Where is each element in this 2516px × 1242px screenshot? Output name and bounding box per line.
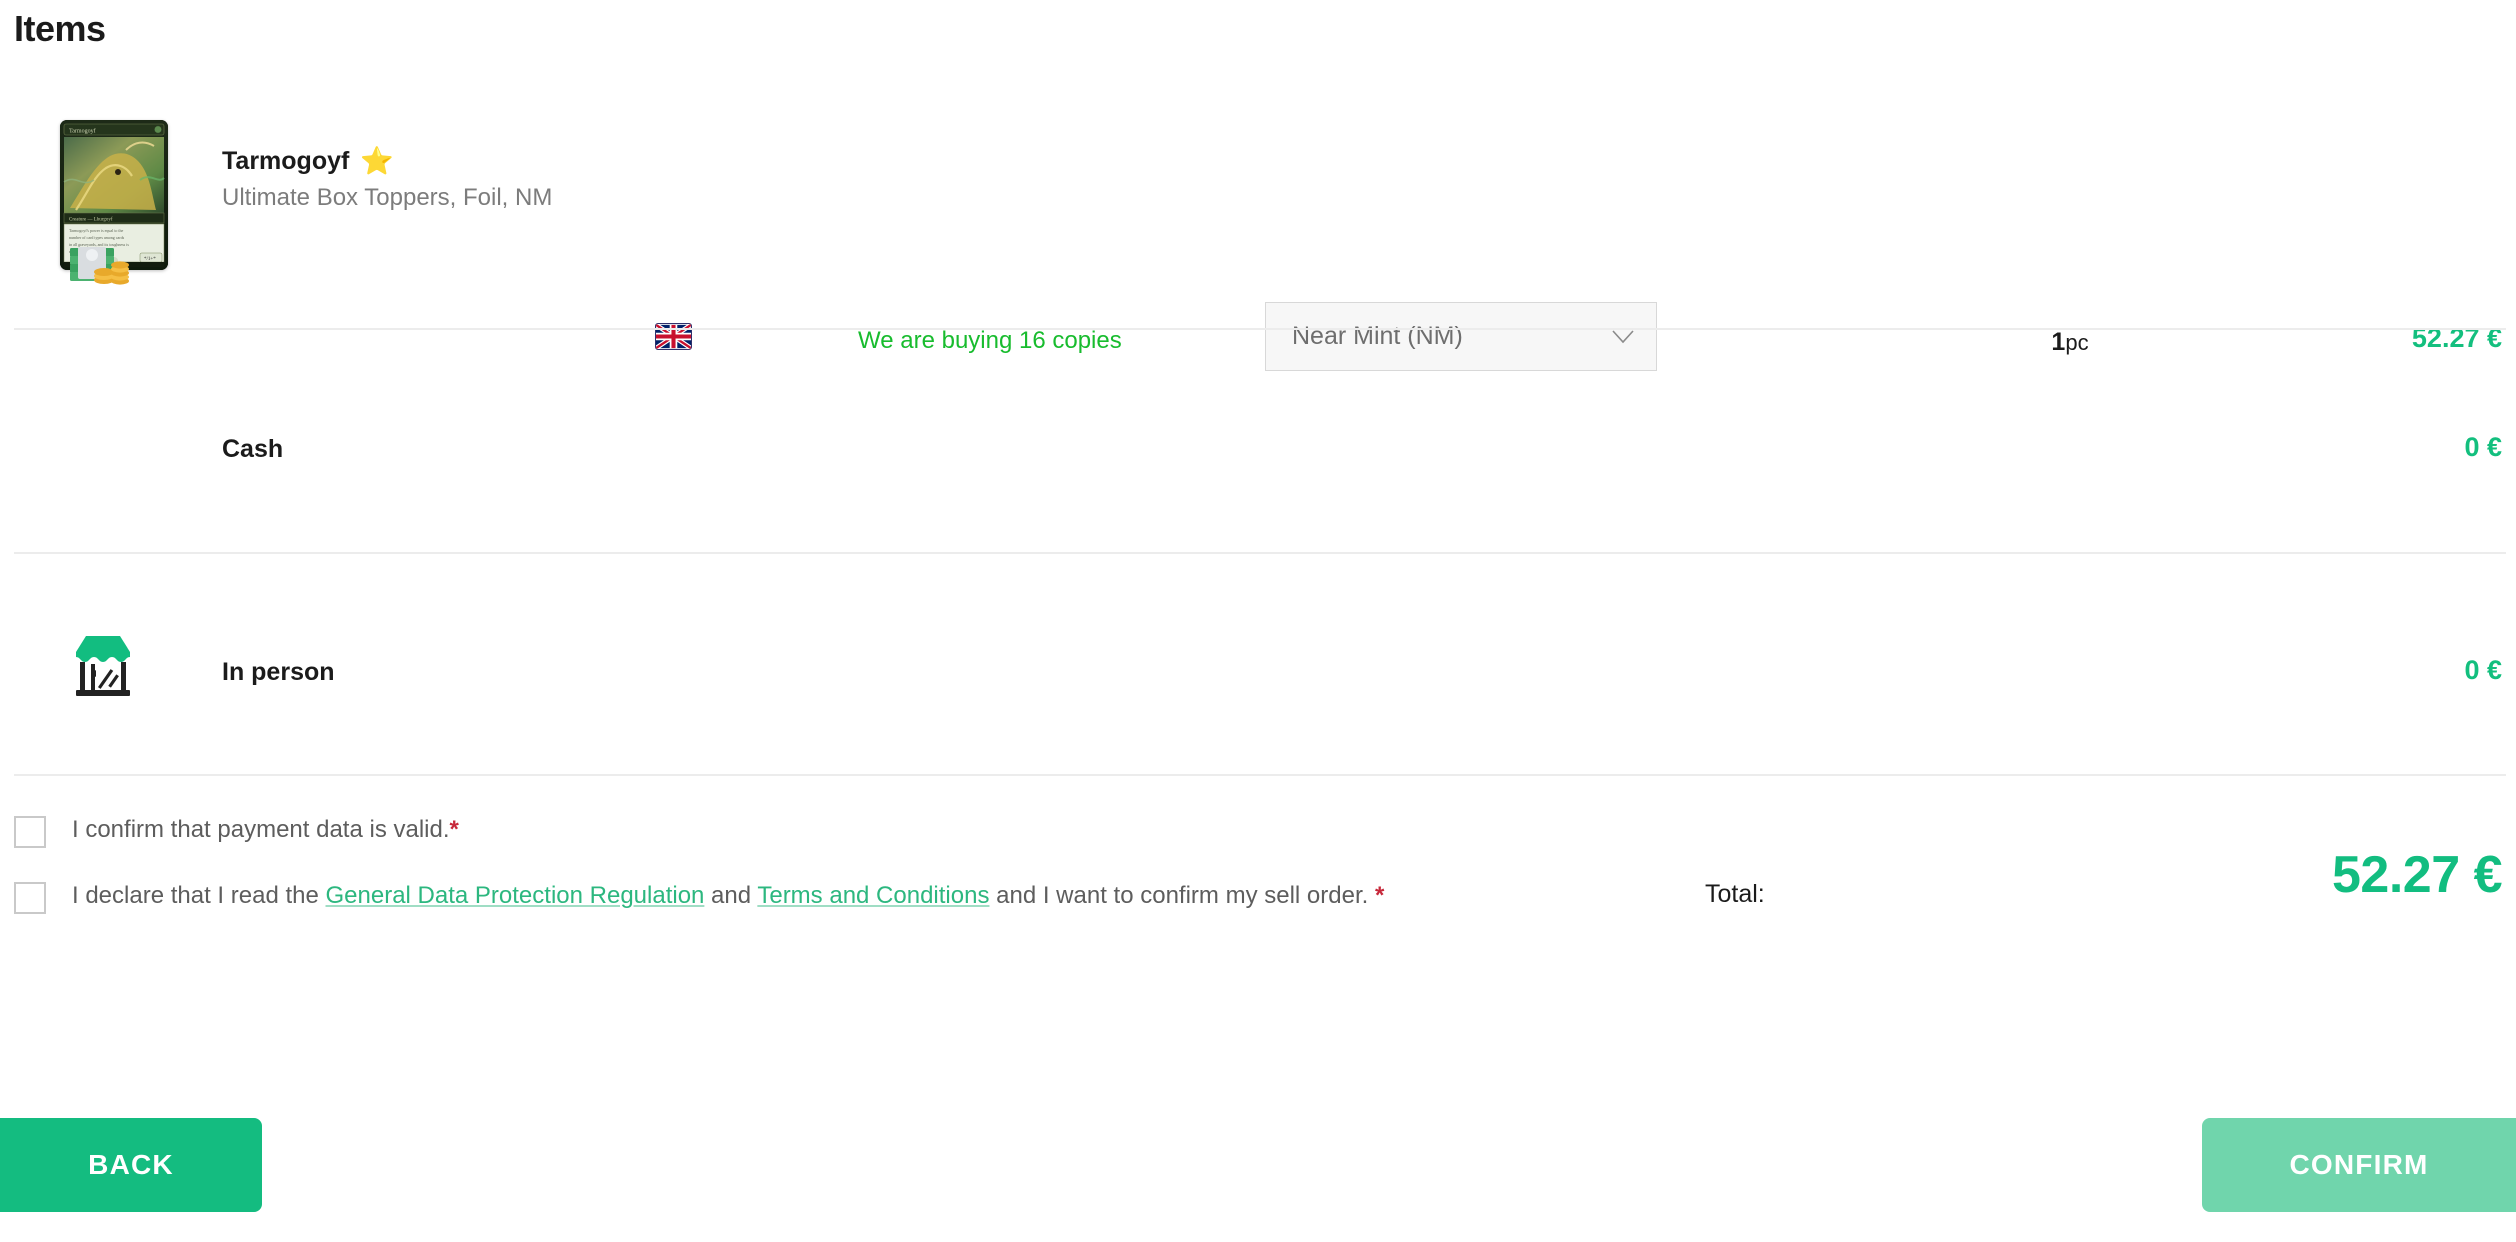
payment-method-label: Cash: [222, 435, 284, 463]
item-row: Tarmogoyf Creature — Lhurgoyf Tarmogoyf'…: [0, 120, 2516, 371]
cash-icon: [68, 240, 130, 296]
payment-data-valid-checkbox[interactable]: [14, 816, 46, 848]
total-value: 52.27 €: [2332, 846, 2503, 904]
item-title-block: Tarmogoyf ⭐ Ultimate Box Toppers, Foil, …: [222, 146, 553, 212]
confirmation-row-payment-data: I confirm that payment data is valid.*: [14, 812, 1444, 848]
condition-select-value: Near Mint (NM): [1292, 322, 1463, 350]
divider-after-item: [14, 328, 2506, 330]
svg-text:Tarmogoyf: Tarmogoyf: [69, 128, 96, 135]
delivery-amount: 0 €: [2464, 655, 2502, 685]
item-quantity-unit: pc: [2065, 330, 2089, 355]
item-name-line: Tarmogoyf ⭐: [222, 146, 552, 177]
required-asterisk: *: [1374, 882, 1385, 910]
page-title: Items: [14, 8, 106, 49]
divider-after-payment: [14, 552, 2506, 554]
storefront-icon: [68, 630, 138, 700]
chevron-down-icon: [1612, 329, 1634, 344]
svg-text:Tarmogoyf's power is equal to: Tarmogoyf's power is equal to the: [69, 228, 124, 233]
payment-data-valid-label: I confirm that payment data is valid.*: [72, 812, 459, 848]
terms-and-conditions-link[interactable]: Terms and Conditions: [757, 882, 989, 909]
gdpr-text-end: and I want to confirm my sell order.: [989, 882, 1375, 910]
confirmations-block: I confirm that payment data is valid.* I…: [14, 812, 1444, 945]
item-quantity-value: 1: [2051, 328, 2066, 356]
star-icon: ⭐: [360, 146, 394, 177]
gdpr-text-start: I declare that I read the: [72, 882, 326, 910]
svg-text:*/1+*: */1+*: [144, 257, 156, 262]
confirmation-row-gdpr-terms: I declare that I read the General Data P…: [14, 878, 1444, 915]
total-label: Total:: [1705, 880, 1765, 908]
required-asterisk: *: [449, 816, 459, 843]
back-button[interactable]: BACK: [0, 1118, 262, 1212]
confirm-button[interactable]: CONFIRM: [2202, 1118, 2516, 1212]
payment-data-valid-text: I confirm that payment data is valid.: [72, 816, 450, 843]
gdpr-terms-label: I declare that I read the General Data P…: [72, 878, 1384, 914]
gdpr-terms-checkbox[interactable]: [14, 882, 46, 915]
gdpr-text-mid: and: [704, 882, 758, 910]
buying-note: We are buying 16 copies: [858, 327, 1122, 354]
svg-text:Creature — Lhurgoyf: Creature — Lhurgoyf: [69, 218, 113, 223]
condition-select[interactable]: Near Mint (NM): [1265, 302, 1657, 371]
payment-amount: 0 €: [2464, 432, 2502, 462]
gdpr-link[interactable]: General Data Protection Regulation: [326, 882, 705, 909]
item-subtitle: Ultimate Box Toppers, Foil, NM: [222, 183, 553, 211]
divider-after-delivery: [14, 774, 2506, 776]
item-quantity: 1pc: [2010, 328, 2130, 357]
sell-order-summary-page: Items Tarmogoyf Creature — Lhurgoyf Tarm…: [0, 0, 2516, 1242]
item-name-text: Tarmogoyf: [222, 147, 350, 175]
delivery-method-label: In person: [222, 658, 335, 686]
